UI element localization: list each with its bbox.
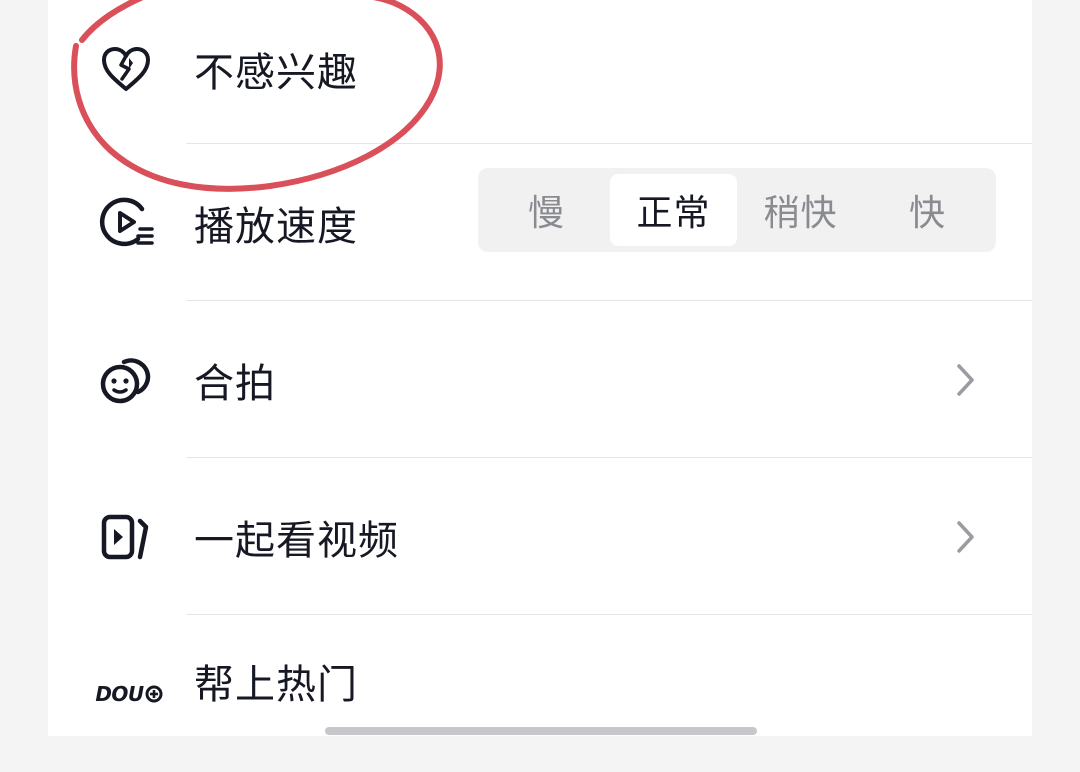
speed-option-slow[interactable]: 慢 [483, 174, 610, 246]
duet-label: 合拍 [194, 360, 276, 407]
menu-item-playback-speed: 播放速度 慢 正常 稍快 快 [48, 144, 1032, 301]
playback-speed-label: 播放速度 [194, 203, 358, 250]
promote-label: 帮上热门 [194, 661, 358, 708]
speed-selector: 慢 正常 稍快 快 [478, 168, 996, 252]
menu-item-duet[interactable]: 合拍 [48, 301, 1032, 458]
not-interested-label: 不感兴趣 [194, 49, 358, 96]
broken-heart-icon [98, 41, 154, 97]
watch-together-icon [98, 509, 154, 565]
speed-option-slightly-fast[interactable]: 稍快 [737, 174, 864, 246]
speed-option-fast[interactable]: 快 [864, 174, 991, 246]
menu-item-watch-together[interactable]: 一起看视频 [48, 458, 1032, 615]
chevron-right-icon [952, 360, 980, 400]
duet-icon [98, 352, 154, 408]
dou-plus-logo: DOU [95, 682, 163, 706]
menu-item-promote[interactable]: DOU 帮上热门 [48, 615, 1032, 772]
home-indicator [325, 727, 757, 735]
speed-option-normal[interactable]: 正常 [610, 174, 737, 246]
share-menu-sheet: 不感兴趣 播放速度 慢 正常 稍快 快 合拍 一起看视频 DOU 帮上热门 [48, 0, 1032, 736]
dou-plus-icon: DOU [94, 666, 164, 722]
play-speed-icon [98, 195, 154, 251]
menu-item-not-interested[interactable]: 不感兴趣 [48, 0, 1032, 147]
watch-together-label: 一起看视频 [194, 517, 399, 564]
chevron-right-icon [952, 517, 980, 557]
